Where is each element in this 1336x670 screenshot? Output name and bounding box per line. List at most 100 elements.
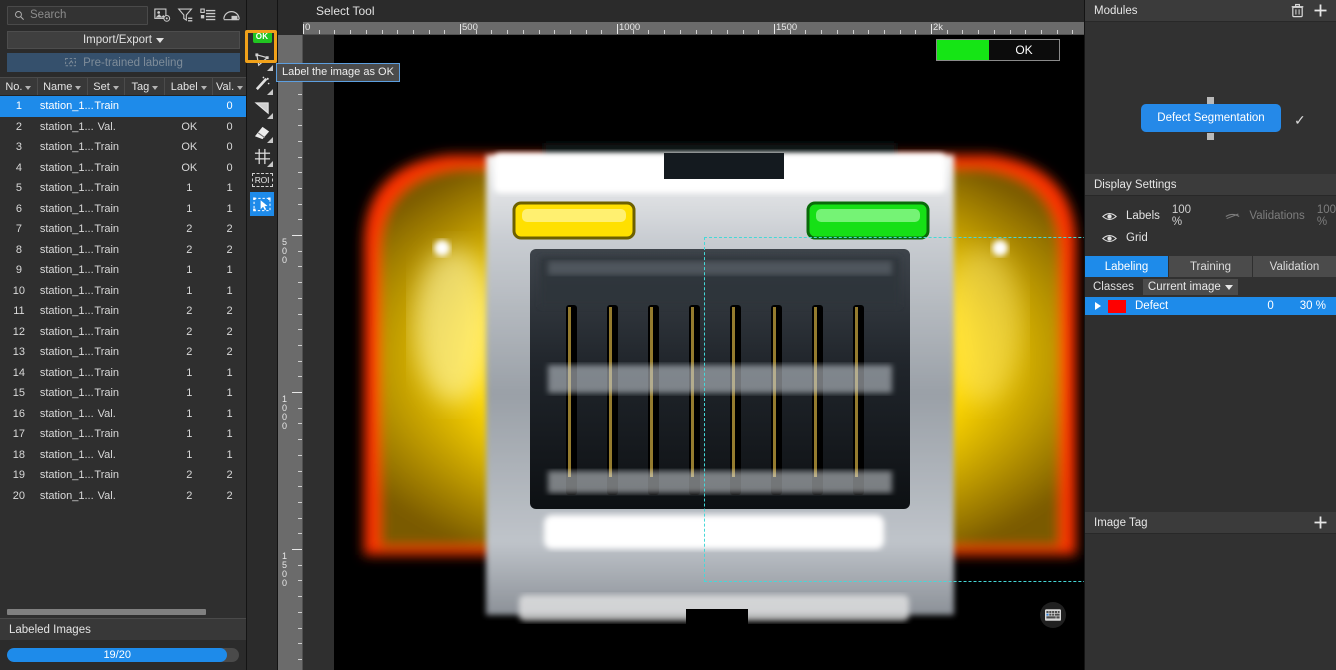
table-row[interactable]: 16 station_1... Val. 1 1: [0, 404, 246, 425]
cell-name: station_1...: [39, 407, 94, 420]
cell-label: 1: [186, 202, 193, 215]
cell-label: 1: [186, 264, 193, 277]
cell-set: Train: [94, 428, 120, 441]
list-view-icon[interactable]: [200, 7, 217, 23]
ruler-tick: [298, 627, 302, 629]
table-row[interactable]: 20 station_1... Val. 2 2: [0, 486, 246, 507]
cell-tag: [126, 301, 166, 322]
cell-no: 7: [15, 223, 22, 236]
scrollbar-thumb[interactable]: [7, 609, 206, 615]
node-handle-top[interactable]: [1207, 97, 1214, 104]
grid-tool[interactable]: [250, 144, 274, 168]
ruler-tick: [915, 30, 917, 34]
app-root: Import/Export Pre-trained labeling No. N…: [0, 0, 1336, 670]
node-handle-bottom[interactable]: [1207, 133, 1214, 140]
plus-icon[interactable]: [1313, 515, 1328, 530]
funnel-filter-icon[interactable]: [177, 7, 194, 23]
cell-name: station_1...: [39, 141, 94, 154]
table-row[interactable]: 12 station_1... Train 2 2: [0, 322, 246, 343]
column-header-label[interactable]: Label: [165, 78, 214, 95]
tab-training[interactable]: Training: [1169, 256, 1253, 277]
shape-tool[interactable]: [250, 96, 274, 120]
cell-val: 2: [226, 346, 233, 359]
ruler-tick: [365, 30, 367, 34]
eraser-tool[interactable]: [250, 120, 274, 144]
module-node-defect-segmentation[interactable]: Defect Segmentation: [1141, 104, 1281, 132]
table-row[interactable]: 15 station_1... Train 1 1: [0, 383, 246, 404]
ruler-tick: [298, 360, 302, 362]
table-row[interactable]: 11 station_1... Train 2 2: [0, 301, 246, 322]
image-table-body[interactable]: 1 station_1... Train 0 2 station_1... Val. OK 0 3…: [0, 96, 246, 607]
ruler-tick: [444, 30, 446, 34]
eye-icon[interactable]: [1102, 233, 1117, 244]
cell-set: Train: [94, 141, 120, 154]
search-input[interactable]: [30, 9, 141, 21]
column-header-tag[interactable]: Tag: [125, 78, 166, 95]
plus-icon[interactable]: [1313, 3, 1328, 18]
import-export-button[interactable]: Import/Export: [7, 31, 240, 49]
polygon-tool[interactable]: [250, 48, 274, 72]
cell-no: 11: [13, 305, 25, 318]
pre-trained-labeling-button[interactable]: Pre-trained labeling: [7, 53, 240, 72]
modules-canvas[interactable]: Defect Segmentation ✓: [1085, 22, 1336, 174]
roi-tool[interactable]: ROI: [250, 168, 274, 192]
table-horizontal-scrollbar[interactable]: [0, 607, 246, 618]
eye-off-icon[interactable]: [1225, 211, 1240, 222]
image-filter-icon[interactable]: [154, 7, 171, 23]
image-canvas[interactable]: TDI: [303, 35, 1084, 670]
table-row[interactable]: 2 station_1... Val. OK 0: [0, 117, 246, 138]
table-row[interactable]: 7 station_1... Train 2 2: [0, 219, 246, 240]
table-row[interactable]: 5 station_1... Train 1 1: [0, 178, 246, 199]
search-box[interactable]: [7, 5, 148, 25]
display-settings-body: Labels 100 % Validations 100 % Grid: [1085, 196, 1336, 256]
sort-caret-icon: [237, 85, 244, 90]
column-header-set[interactable]: Set: [88, 78, 126, 95]
table-row[interactable]: 18 station_1... Val. 1 1: [0, 445, 246, 466]
table-row[interactable]: 17 station_1... Train 1 1: [0, 424, 246, 445]
table-row[interactable]: 1 station_1... Train 0: [0, 96, 246, 117]
cell-label: 2: [186, 223, 193, 236]
selection-rectangle[interactable]: [704, 237, 1084, 582]
cell-label: OK: [181, 120, 198, 133]
trash-icon[interactable]: [1290, 3, 1305, 18]
table-row[interactable]: 8 station_1... Train 2 2: [0, 240, 246, 261]
table-row[interactable]: 13 station_1... Train 2 2: [0, 342, 246, 363]
table-row[interactable]: 10 station_1... Train 1 1: [0, 281, 246, 302]
ok-status-badge: OK: [936, 39, 1060, 61]
class-color-swatch[interactable]: [1108, 299, 1126, 313]
module-node-label: Defect Segmentation: [1157, 112, 1265, 124]
label-ok-tool[interactable]: OK: [250, 24, 274, 48]
column-header-no[interactable]: No.: [0, 78, 38, 95]
eye-icon[interactable]: [1102, 211, 1117, 222]
table-row[interactable]: 6 station_1... Train 1 1: [0, 199, 246, 220]
cell-val: 1: [226, 387, 233, 400]
column-header-name[interactable]: Name: [38, 78, 88, 95]
module-check-icon[interactable]: ✓: [1294, 112, 1306, 129]
keyboard-shortcut-button[interactable]: [1040, 602, 1066, 628]
ruler-label: 500: [282, 237, 288, 265]
tab-labeling[interactable]: Labeling: [1085, 256, 1169, 277]
table-row[interactable]: 14 station_1... Train 1 1: [0, 363, 246, 384]
labels-setting-value[interactable]: 100 %: [1172, 204, 1197, 228]
expand-arrow-icon[interactable]: [1095, 302, 1101, 310]
cell-no: 14: [12, 366, 26, 379]
table-row[interactable]: 19 station_1... Train 2 2: [0, 465, 246, 486]
gallery-icon[interactable]: [223, 7, 240, 23]
tab-validation[interactable]: Validation: [1253, 256, 1336, 277]
labeled-images-label: Labeled Images: [9, 623, 91, 636]
ruler-tick: [292, 392, 302, 393]
magic-wand-tool[interactable]: [250, 72, 274, 96]
table-row[interactable]: 3 station_1... Train OK 0: [0, 137, 246, 158]
cell-val: 1: [226, 202, 233, 215]
table-row[interactable]: 9 station_1... Train 1 1: [0, 260, 246, 281]
validations-setting-value[interactable]: 100 %: [1317, 204, 1336, 228]
table-row[interactable]: 4 station_1... Train OK 0: [0, 158, 246, 179]
ruler-tick: [298, 454, 302, 456]
select-tool[interactable]: [250, 192, 274, 216]
cell-tag: [126, 219, 166, 240]
class-row-defect[interactable]: Defect 0 30 %: [1085, 297, 1336, 315]
column-header-val[interactable]: Val.: [213, 78, 246, 95]
classes-filter-dropdown[interactable]: Current image: [1142, 279, 1238, 295]
cell-val: 2: [226, 223, 233, 236]
cell-set: Train: [94, 264, 120, 277]
